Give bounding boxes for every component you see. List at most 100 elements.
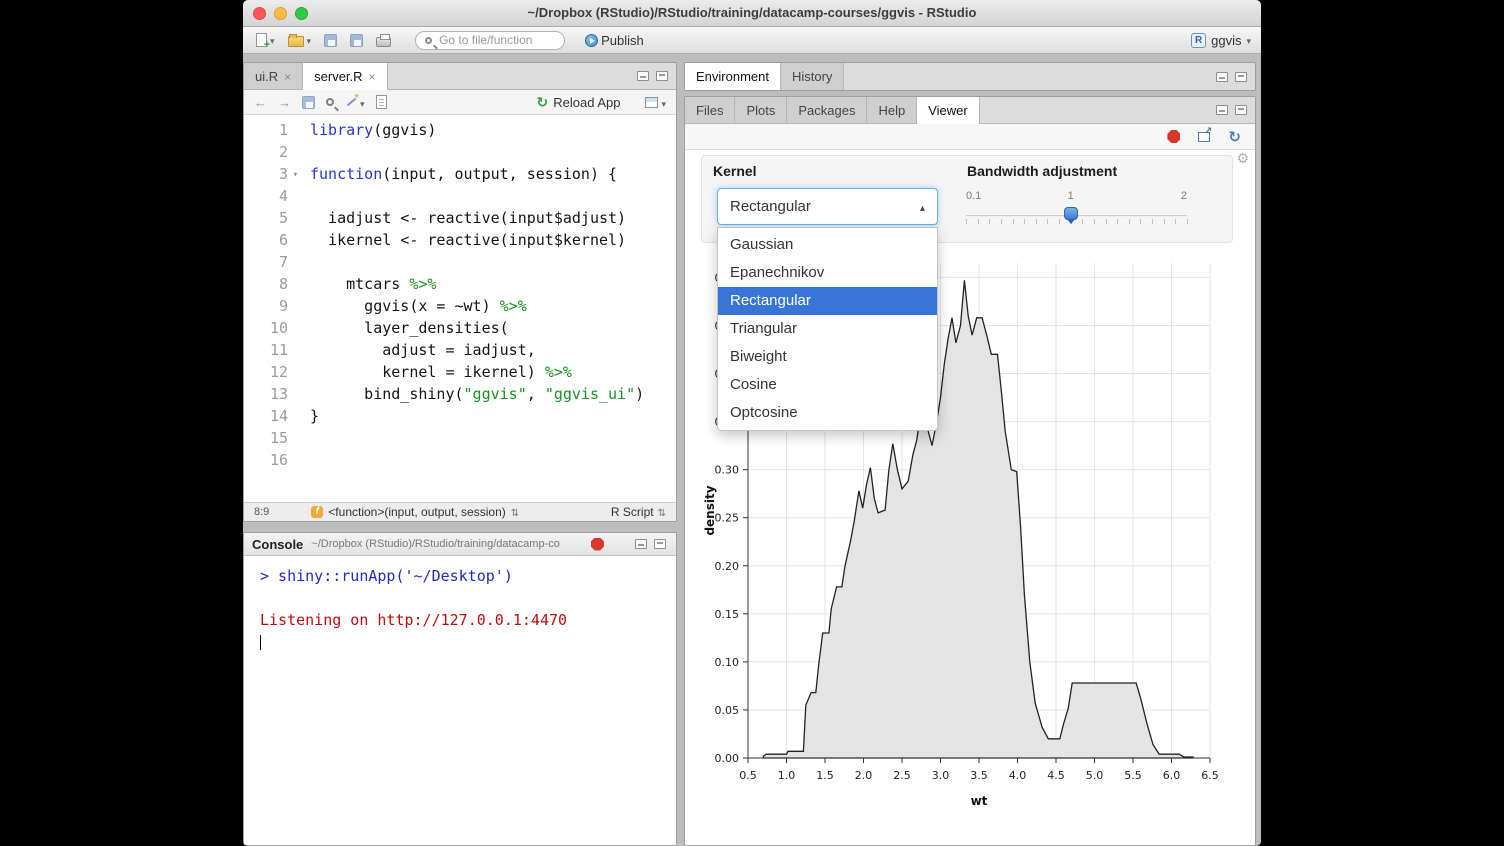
kernel-option-biweight[interactable]: Biweight: [718, 343, 937, 371]
save-icon: [324, 34, 337, 47]
console[interactable]: > shiny::runApp('~/Desktop') Listening o…: [244, 556, 676, 653]
compile-report-icon[interactable]: [376, 95, 387, 109]
main-toolbar: Publish ggvis: [243, 27, 1261, 54]
kernel-select[interactable]: Rectangular: [717, 188, 938, 225]
console-line: [260, 587, 676, 609]
publish-button[interactable]: Publish: [582, 31, 647, 50]
refresh-icon[interactable]: [1228, 128, 1241, 146]
line-number: 5: [244, 207, 288, 229]
maximize-pane-icon[interactable]: [1235, 105, 1247, 115]
svg-text:0.25: 0.25: [715, 512, 740, 525]
minimize-pane-icon[interactable]: [1216, 105, 1228, 115]
save-all-button[interactable]: [347, 32, 366, 49]
tab-plots[interactable]: Plots: [735, 97, 787, 123]
viewer-tabstrip: FilesPlotsPackagesHelpViewer: [685, 97, 1255, 124]
scope-selector[interactable]: <function>(input, output, session): [311, 505, 519, 519]
code-line: kernel = ikernel) %>%: [310, 361, 644, 383]
console-line: Listening on http://127.0.0.1:4470: [260, 609, 676, 631]
zoom-window-button[interactable]: [295, 7, 308, 20]
maximize-pane-icon[interactable]: [656, 71, 668, 81]
stop-icon[interactable]: [591, 538, 604, 551]
code-line: }: [310, 405, 644, 427]
chevron-down-icon: [307, 31, 312, 49]
open-file-button[interactable]: [285, 29, 315, 51]
close-tab-icon[interactable]: [369, 69, 376, 84]
line-number: 13: [244, 383, 288, 405]
reload-app-button[interactable]: Reload App: [537, 94, 621, 111]
line-number: 16: [244, 449, 288, 471]
code-line: bind_shiny("ggvis", "ggvis_ui"): [310, 383, 644, 405]
maximize-pane-icon[interactable]: [654, 539, 666, 549]
minimize-window-button[interactable]: [274, 7, 287, 20]
open-in-new-window-icon[interactable]: [1198, 132, 1210, 142]
kernel-option-epanechnikov[interactable]: Epanechnikov: [718, 259, 937, 287]
svg-text:4.5: 4.5: [1047, 769, 1065, 782]
slider-handle[interactable]: [1064, 207, 1078, 220]
kernel-option-rectangular[interactable]: Rectangular: [718, 287, 937, 315]
close-tab-icon[interactable]: [284, 69, 291, 84]
slider-mid-label: 1: [1068, 190, 1074, 202]
function-icon: [311, 506, 323, 518]
code-editor[interactable]: 12345678910111213141516 library(ggvis) f…: [244, 115, 676, 500]
publish-icon: [585, 34, 598, 47]
tab-history[interactable]: History: [781, 63, 844, 90]
forward-icon[interactable]: [278, 95, 291, 110]
chevron-down-icon: [270, 31, 275, 49]
print-button[interactable]: [373, 32, 394, 49]
new-file-button[interactable]: [253, 29, 278, 51]
console-pane-title: Console: [252, 537, 303, 552]
minimize-pane-icon[interactable]: [635, 539, 647, 549]
reload-icon: [537, 94, 549, 111]
right-tabs: FilesPlotsPackagesHelpViewer: [685, 97, 980, 123]
back-icon[interactable]: [254, 95, 267, 110]
editor-code: library(ggvis) function(input, output, s…: [294, 119, 644, 500]
tab-ui-r[interactable]: ui.R: [244, 63, 303, 89]
minimize-pane-icon[interactable]: [1216, 72, 1228, 82]
publish-label: Publish: [601, 33, 644, 48]
line-number: 4: [244, 185, 288, 207]
stop-app-icon[interactable]: [1167, 130, 1180, 143]
close-window-button[interactable]: [253, 7, 266, 20]
project-menu[interactable]: ggvis: [1191, 31, 1251, 49]
save-all-icon: [350, 34, 363, 47]
chevron-up-icon: [920, 198, 925, 215]
code-tools-icon[interactable]: [345, 96, 358, 109]
line-number: 2: [244, 141, 288, 163]
kernel-option-optcosine[interactable]: Optcosine: [718, 399, 937, 427]
document-type-selector[interactable]: R Script: [611, 505, 666, 519]
goto-file-input[interactable]: [437, 32, 555, 48]
console-pane: Console ~/Dropbox (RStudio)/RStudio/trai…: [243, 532, 677, 846]
chevron-down-icon: [360, 95, 365, 110]
editor-toolbar: Reload App: [244, 90, 676, 115]
tab-packages[interactable]: Packages: [787, 97, 867, 123]
code-line: [310, 449, 644, 471]
line-number: 6: [244, 229, 288, 251]
tab-help[interactable]: Help: [867, 97, 917, 123]
kernel-option-triangular[interactable]: Triangular: [718, 315, 937, 343]
svg-text:5.5: 5.5: [1124, 769, 1142, 782]
save-button[interactable]: [321, 32, 340, 49]
minimize-pane-icon[interactable]: [637, 71, 649, 81]
tab-files[interactable]: Files: [685, 97, 735, 123]
tab-viewer[interactable]: Viewer: [917, 97, 980, 123]
find-replace-icon[interactable]: [326, 98, 334, 106]
svg-text:0.20: 0.20: [715, 560, 740, 573]
kernel-label: Kernel: [713, 163, 757, 179]
bandwidth-slider[interactable]: 0.1 1 2: [966, 190, 1187, 234]
viewer-pane: FilesPlotsPackagesHelpViewer Kernel Band…: [684, 96, 1256, 846]
source-pane: ui.Rserver.R Reload App: [243, 62, 677, 522]
kernel-option-gaussian[interactable]: Gaussian: [718, 231, 937, 259]
kernel-option-cosine[interactable]: Cosine: [718, 371, 937, 399]
run-options-button[interactable]: [645, 95, 666, 110]
tab-server-r[interactable]: server.R: [303, 63, 387, 89]
save-icon[interactable]: [302, 96, 315, 109]
cursor-position: 8:9: [254, 506, 269, 518]
maximize-pane-icon[interactable]: [1235, 72, 1247, 82]
tab-environment[interactable]: Environment: [685, 63, 781, 90]
viewer-toolbar: [685, 124, 1255, 150]
gear-icon[interactable]: [1236, 150, 1249, 168]
code-line: ggvis(x = ~wt) %>%: [310, 295, 644, 317]
text-cursor: [260, 635, 261, 650]
svg-text:0.00: 0.00: [715, 752, 740, 765]
goto-file-search[interactable]: [415, 31, 565, 50]
